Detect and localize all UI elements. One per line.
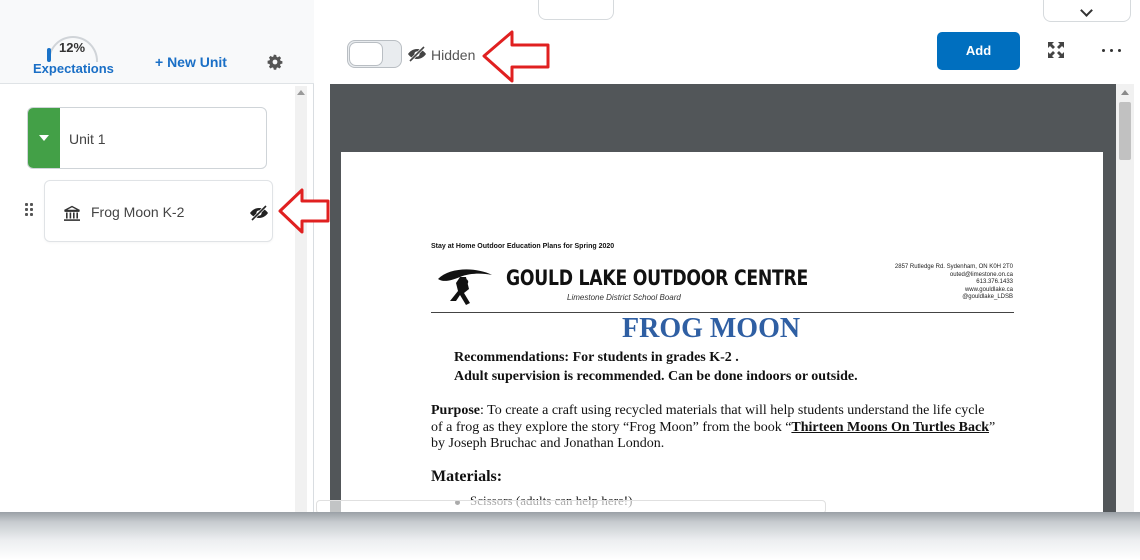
chevron-down-icon <box>1080 4 1093 17</box>
drag-handle-icon[interactable] <box>25 203 35 219</box>
visibility-toggle[interactable] <box>347 40 402 68</box>
eye-slash-icon <box>408 46 426 62</box>
expectations-link[interactable]: Expectations <box>33 61 114 76</box>
add-button[interactable]: Add <box>937 32 1020 70</box>
doc-materials-heading: Materials: <box>431 468 503 485</box>
doc-rec-line: Adult supervision is recommended. Can be… <box>454 369 858 384</box>
bottom-shadow <box>0 512 1140 560</box>
annotation-arrow-icon <box>278 188 330 234</box>
building-icon <box>64 205 80 221</box>
doc-org-name: GOULD LAKE OUTDOOR CENTRE <box>506 266 809 290</box>
doc-contact-line: @gouldlake_LDSB <box>962 294 1013 301</box>
fullscreen-icon[interactable] <box>1047 41 1065 59</box>
unit-title: Unit 1 <box>69 131 106 147</box>
lesson-title: Frog Moon K-2 <box>91 204 185 220</box>
sidebar-header: 12% Expectations + New Unit <box>0 0 314 84</box>
top-tab-stub[interactable] <box>538 0 614 20</box>
toggle-knob <box>349 42 383 66</box>
expectations-percent: 12% <box>59 40 86 55</box>
viewer-scrollbar[interactable] <box>1116 84 1134 512</box>
lesson-item[interactable]: Frog Moon K-2 <box>44 180 273 242</box>
doc-contact-block: 2857 Rutledge Rd. Sydenham, ON K0H 2T0 o… <box>858 264 1013 302</box>
doc-purpose-label: Purpose <box>431 403 480 418</box>
expectations-gauge-fill <box>47 48 51 62</box>
scroll-up-arrow[interactable] <box>1121 90 1129 95</box>
expectations-widget[interactable]: 12% Expectations <box>30 34 125 78</box>
new-unit-button[interactable]: + New Unit <box>155 54 227 70</box>
unit-sidebar: 12% Expectations + New Unit Unit 1 Frog … <box>0 0 314 512</box>
annotation-arrow-icon <box>482 30 550 83</box>
doc-rec-line: Recommendations: For students in grades … <box>454 350 739 365</box>
doc-purpose: Purpose: To create a craft using recycle… <box>431 403 996 453</box>
canoe-logo <box>438 269 492 305</box>
scroll-up-arrow[interactable] <box>297 90 305 95</box>
doc-book-title: Thirteen Moons On Turtles Back <box>791 419 989 435</box>
doc-contact-line: outed@limestone.on.ca <box>949 271 1013 278</box>
doc-recommendations: Recommendations: For students in grades … <box>454 348 858 386</box>
caret-down-icon <box>39 135 49 141</box>
doc-heading: Stay at Home Outdoor Education Plans for… <box>431 243 615 250</box>
doc-contact-line: 2857 Rutledge Rd. Sydenham, ON K0H 2T0 <box>894 264 1013 270</box>
more-horizontal-icon[interactable] <box>1102 49 1122 53</box>
unit-collapse-toggle[interactable] <box>28 108 60 168</box>
visibility-label: Hidden <box>431 47 476 63</box>
doc-board-name: Limestone District School Board <box>567 293 681 302</box>
top-dropdown[interactable] <box>1043 0 1131 22</box>
doc-contact-line: 613.376.1433 <box>976 279 1013 286</box>
unit-card[interactable]: Unit 1 <box>27 107 267 169</box>
doc-title: FROG MOON <box>622 313 801 344</box>
scroll-thumb[interactable] <box>1119 102 1131 160</box>
doc-contact-line: www.gouldlake.ca <box>964 286 1013 293</box>
eye-slash-icon <box>250 205 268 221</box>
gear-icon[interactable] <box>267 54 283 70</box>
sidebar-scrollbar[interactable] <box>295 86 307 512</box>
